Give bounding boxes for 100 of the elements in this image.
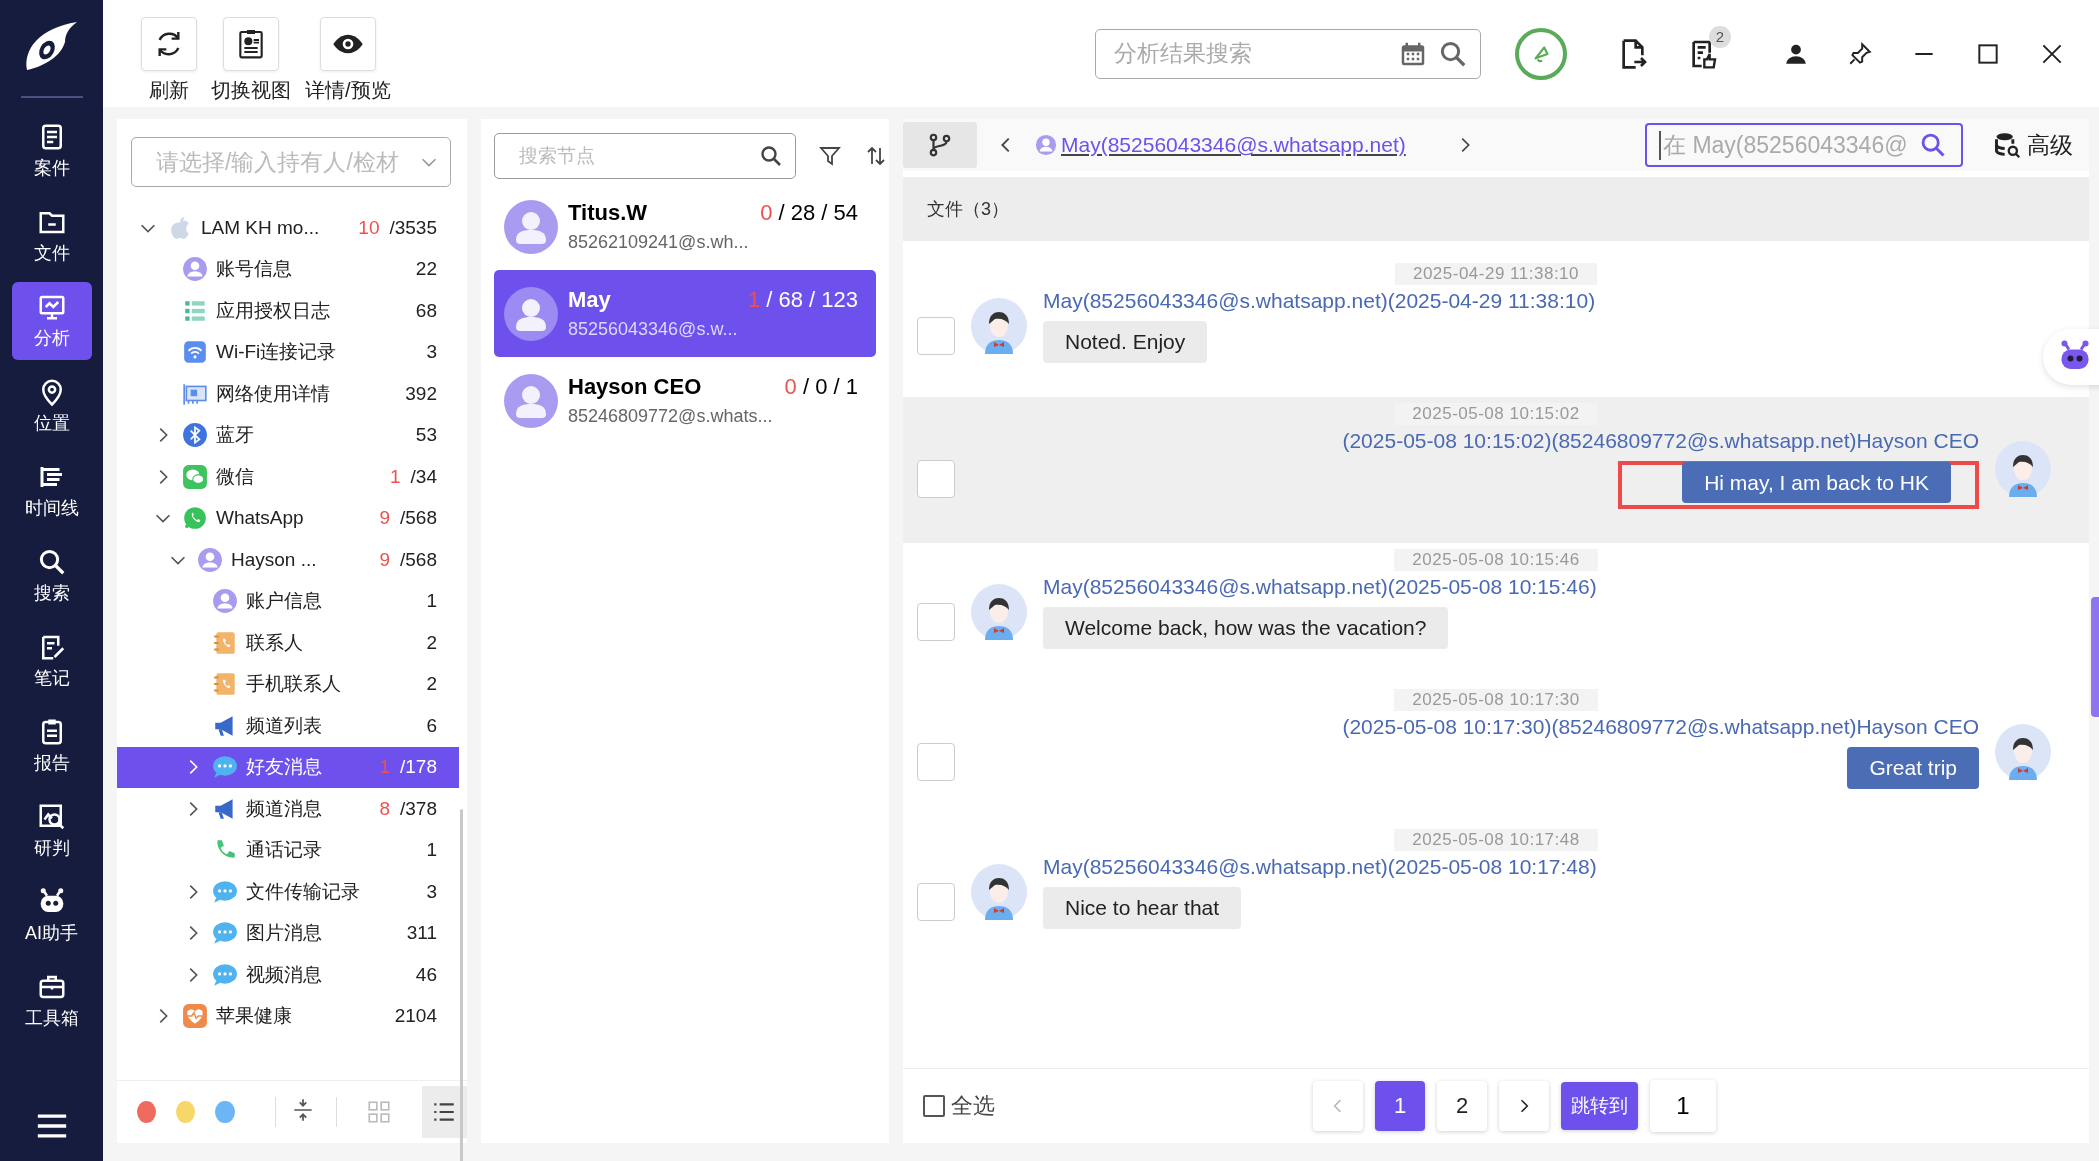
tree-item[interactable]: LAM KH mo... 10 /3535 xyxy=(117,207,459,249)
person-avatar xyxy=(1995,441,2051,497)
checkbox[interactable] xyxy=(917,603,955,641)
tree-item[interactable]: 视频消息 46 xyxy=(117,954,459,996)
item-label: 图片消息 xyxy=(246,921,323,946)
item-label: 手机联系人 xyxy=(246,672,342,697)
nav-item[interactable]: 笔记 xyxy=(11,622,92,700)
search-field[interactable]: 分析结果搜索 xyxy=(1095,28,1481,79)
branch-icon xyxy=(927,132,953,158)
tree-item[interactable]: 好友消息 1 /178 xyxy=(117,746,459,788)
item-label: 微信 xyxy=(216,464,255,489)
item-label: 好友消息 xyxy=(246,755,323,780)
item-label: 苹果健康 xyxy=(216,1004,293,1029)
pin-icon[interactable] xyxy=(1847,40,1873,67)
sender-line: (2025-05-08 10:17:30)(85246809772@s.whatsapp.net)Hayson CEO xyxy=(1342,715,1979,739)
checkbox[interactable] xyxy=(917,460,955,498)
toolbar-button[interactable]: 切换视图 xyxy=(209,17,293,104)
filter-icon[interactable] xyxy=(818,144,842,168)
tree-item[interactable]: 网络使用详情 392 xyxy=(117,373,459,415)
item-label: 网络使用详情 xyxy=(216,381,331,406)
toolbar-button[interactable]: 详情/预览 xyxy=(303,17,393,104)
contact-link[interactable]: May(85256043346@s.whatsapp.net) xyxy=(1035,133,1406,157)
nav-item[interactable]: 报告 xyxy=(11,707,92,785)
nav-item[interactable]: 位置 xyxy=(11,367,92,445)
nav-item[interactable]: AI助手 xyxy=(11,877,92,955)
node-search-field[interactable]: 搜索节点 xyxy=(494,133,796,179)
nav-item[interactable]: 分析 xyxy=(11,282,92,360)
contact-item[interactable]: Titus.W 0 / 28 / 54 85262109241@s.wh... xyxy=(494,183,876,270)
nav-item[interactable]: 研判 xyxy=(11,792,92,870)
search-input[interactable]: 搜索节点 xyxy=(517,144,759,168)
unread-count: 1 xyxy=(379,756,390,779)
page-button[interactable]: 1 xyxy=(1375,1081,1425,1131)
count-badge: 2 xyxy=(1709,25,1731,48)
item-count: 6 xyxy=(426,714,437,737)
search-input[interactable]: 分析结果搜索 xyxy=(1112,39,1388,68)
color-filter-dot[interactable] xyxy=(176,1101,196,1123)
timestamp: 2025-04-29 11:38:10 xyxy=(1394,263,1598,285)
chat-bubble-icon xyxy=(212,920,238,947)
item-label: 应用授权日志 xyxy=(216,298,331,323)
timestamp: 2025-05-08 10:17:48 xyxy=(1394,829,1598,851)
tree-item[interactable]: 账号信息 22 xyxy=(117,248,459,290)
item-count: /568 xyxy=(400,507,437,530)
item-count: 2104 xyxy=(394,1005,437,1028)
search-icon xyxy=(759,144,783,168)
tree-item[interactable]: 手机联系人 2 xyxy=(117,663,459,705)
list-view-button[interactable] xyxy=(421,1086,467,1138)
grid-icon xyxy=(366,1099,393,1125)
nav-item[interactable]: 搜索 xyxy=(11,537,92,615)
owner-select[interactable]: 请选择/输入持有人/检材 xyxy=(131,137,451,187)
page-button[interactable]: 2 xyxy=(1437,1081,1487,1131)
contact-item[interactable]: May 1 / 68 / 123 85256043346@s.w... xyxy=(494,270,876,357)
item-label: 文件传输记录 xyxy=(246,879,361,904)
contact-item[interactable]: Hayson CEO 0 / 0 / 1 85246809772@s.whats... xyxy=(494,357,876,444)
tree-item[interactable]: 图片消息 311 xyxy=(117,912,459,954)
tree-item[interactable]: Hayson ... 9 /568 xyxy=(117,539,459,581)
contact-id: 85256043346@s.w... xyxy=(568,319,739,340)
contact-id: 85262109241@s.wh... xyxy=(568,232,750,253)
branch-button[interactable] xyxy=(903,122,977,168)
unread-count: 9 xyxy=(379,507,390,530)
contact-name: Titus.W xyxy=(568,200,649,226)
jump-button[interactable]: 跳转到 xyxy=(1561,1082,1638,1130)
tree-item[interactable]: 账户信息 1 xyxy=(117,580,459,622)
page-input[interactable]: 1 xyxy=(1650,1080,1716,1132)
contact-book-icon xyxy=(212,671,238,698)
nav-item[interactable]: 案件 xyxy=(11,112,92,190)
tree-item[interactable]: WhatsApp 9 /568 xyxy=(117,497,459,539)
tree-item[interactable]: 微信 1 /34 xyxy=(117,456,459,498)
timestamp: 2025-05-08 10:15:02 xyxy=(1394,403,1598,425)
unread-count: 8 xyxy=(379,797,390,820)
color-filter-dot[interactable] xyxy=(137,1101,157,1123)
item-count: 392 xyxy=(405,382,437,405)
bell-button[interactable] xyxy=(1515,27,1567,80)
nav-item[interactable]: 工具箱 xyxy=(11,962,92,1040)
checkbox[interactable] xyxy=(917,743,955,781)
nav-item[interactable]: 文件 xyxy=(11,197,92,275)
select-all-checkbox[interactable]: 全选 xyxy=(917,1090,1001,1122)
person-avatar xyxy=(971,864,1027,920)
checkbox[interactable] xyxy=(917,883,955,921)
person-icon xyxy=(182,256,208,283)
tree-item[interactable]: 应用授权日志 68 xyxy=(117,290,459,332)
color-filter-dot[interactable] xyxy=(215,1101,235,1123)
nav-item[interactable]: 时间线 xyxy=(11,452,92,530)
advanced-button[interactable]: 高级 xyxy=(1987,128,2079,162)
contact-name: Hayson CEO xyxy=(568,374,703,400)
tree-item[interactable]: 文件传输记录 3 xyxy=(117,871,459,913)
tree-item[interactable]: 通话记录 1 xyxy=(117,829,459,871)
tree-item[interactable]: 频道消息 8 /378 xyxy=(117,788,459,830)
item-label: 视频消息 xyxy=(246,962,323,987)
item-label: 账户信息 xyxy=(246,589,323,614)
chat-search-field[interactable]: 在 May(85256043346@ xyxy=(1645,123,1963,167)
item-count: 1 xyxy=(426,590,437,613)
tree-item[interactable]: 频道列表 6 xyxy=(117,705,459,747)
checkbox[interactable] xyxy=(917,317,955,355)
person-icon xyxy=(212,588,238,615)
tree-item[interactable]: 蓝牙 53 xyxy=(117,414,459,456)
tree-item[interactable]: Wi-Fi连接记录 3 xyxy=(117,331,459,373)
sender-line: May(85256043346@s.whatsapp.net)(2025-04-29 11:38:10) xyxy=(1043,289,1597,313)
tree-item[interactable]: 联系人 2 xyxy=(117,622,459,664)
message-row[interactable]: 2025-05-08 10:15:02 (2025-05-08 10:15:02)(85246809772@s.whatsapp.net)Hayson CEO Hi may, I am back to HK xyxy=(903,397,2089,543)
tree-item[interactable]: 苹果健康 2104 xyxy=(117,995,459,1037)
